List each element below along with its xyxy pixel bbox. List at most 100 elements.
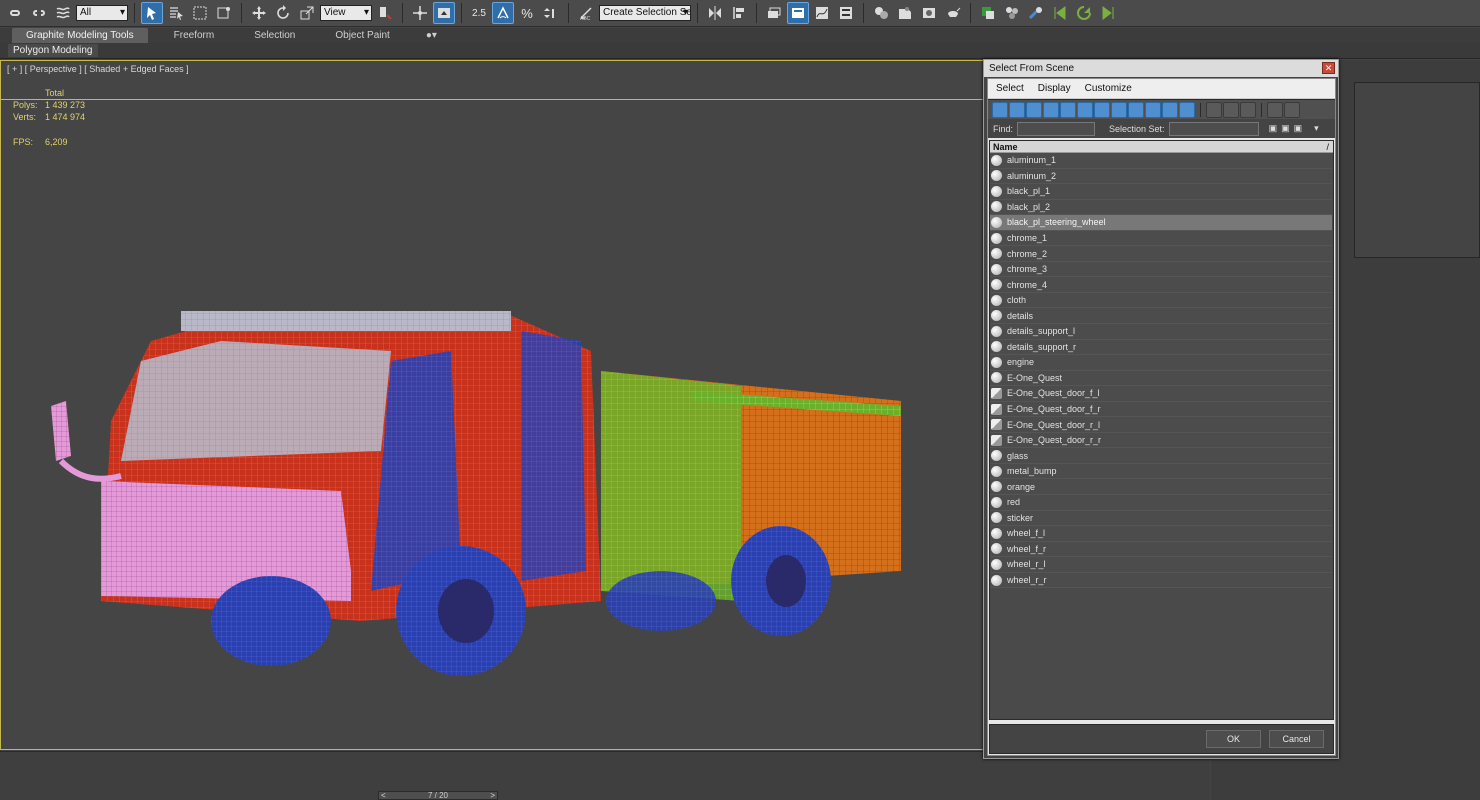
close-icon[interactable]: ✕ <box>1322 62 1335 74</box>
keyboard-shortcut-override-icon[interactable] <box>433 2 455 24</box>
list-item[interactable]: orange <box>990 479 1332 496</box>
name-column-header[interactable]: Name / <box>990 141 1333 153</box>
pivot-center-icon[interactable] <box>374 2 396 24</box>
list-item[interactable]: chrome_2 <box>990 246 1332 262</box>
scale-icon[interactable] <box>296 2 318 24</box>
selection-set-edit-icon[interactable]: ▣ <box>1294 123 1303 134</box>
list-item[interactable]: engine <box>990 355 1332 371</box>
edit-named-selection-icon[interactable]: ABC <box>575 2 597 24</box>
time-prev-icon[interactable]: < <box>381 792 386 800</box>
ribbon-options-icon[interactable]: ●▾ <box>412 28 451 43</box>
list-item[interactable]: red <box>990 495 1332 511</box>
tool-wrench-icon[interactable] <box>1025 2 1047 24</box>
selection-filter-dropdown[interactable]: All <box>76 5 128 21</box>
list-item[interactable]: sticker <box>990 510 1332 527</box>
tab-object-paint[interactable]: Object Paint <box>321 28 403 43</box>
unlink-icon[interactable] <box>28 2 50 24</box>
select-none-icon[interactable] <box>1223 101 1239 118</box>
cancel-button[interactable]: Cancel <box>1269 730 1324 748</box>
display-groups-icon[interactable] <box>1094 101 1110 118</box>
display-frozen-icon[interactable] <box>1162 101 1178 118</box>
reference-coordinate-dropdown[interactable]: View <box>320 5 372 21</box>
time-slider[interactable]: < 7 / 20 > <box>378 791 498 800</box>
filter-icon[interactable] <box>1267 101 1283 118</box>
rendered-frame-icon[interactable] <box>918 2 940 24</box>
keyframe-back-icon[interactable] <box>1049 2 1071 24</box>
schematic-view-icon[interactable] <box>835 2 857 24</box>
tab-selection[interactable]: Selection <box>240 28 309 43</box>
filter-settings-icon[interactable] <box>1284 101 1300 118</box>
align-icon[interactable] <box>728 2 750 24</box>
list-item[interactable]: black_pl_1 <box>990 184 1332 200</box>
list-item[interactable]: black_pl_steering_wheel <box>990 215 1332 231</box>
fire-truck-wireframe-model[interactable] <box>41 241 911 681</box>
select-invert-icon[interactable] <box>1240 101 1256 118</box>
dialog-titlebar[interactable]: Select From Scene ✕ <box>984 60 1338 77</box>
material-editor-icon[interactable] <box>870 2 892 24</box>
window-crossing-icon[interactable] <box>213 2 235 24</box>
list-item[interactable]: E-One_Quest_door_f_l <box>990 386 1332 402</box>
move-icon[interactable] <box>248 2 270 24</box>
layer-manager-icon[interactable] <box>763 2 785 24</box>
list-item[interactable]: wheel_f_r <box>990 541 1332 558</box>
list-item[interactable]: aluminum_1 <box>990 153 1332 169</box>
ok-button[interactable]: OK <box>1206 730 1261 748</box>
display-containers-icon[interactable] <box>1145 101 1161 118</box>
list-item[interactable]: glass <box>990 448 1332 464</box>
display-spacewarps-icon[interactable] <box>1077 101 1093 118</box>
list-item[interactable]: chrome_3 <box>990 261 1332 278</box>
display-geometry-icon[interactable] <box>992 101 1008 118</box>
find-input[interactable] <box>1017 121 1096 136</box>
display-bones-icon[interactable] <box>1128 101 1144 118</box>
percent-snap-icon[interactable]: % <box>516 2 538 24</box>
scene-object-list[interactable]: Name / aluminum_1 aluminum_2 black_pl_1 blac… <box>989 140 1334 720</box>
list-item[interactable]: black_pl_2 <box>990 199 1332 216</box>
keyframe-cycle-icon[interactable] <box>1073 2 1095 24</box>
render-production-icon[interactable] <box>942 2 964 24</box>
toolbar-overflow-icon[interactable]: ▾ <box>1314 123 1319 134</box>
list-item[interactable]: E-One_Quest_door_r_l <box>990 417 1332 433</box>
list-item[interactable]: wheel_r_r <box>990 572 1332 589</box>
selection-set-add-icon[interactable]: ▣ <box>1269 123 1278 134</box>
list-item[interactable]: cloth <box>990 292 1332 309</box>
list-item[interactable]: aluminum_2 <box>990 168 1332 185</box>
list-item[interactable]: wheel_r_l <box>990 557 1332 573</box>
display-hidden-icon[interactable] <box>1179 101 1195 118</box>
tab-graphite-modeling-tools[interactable]: Graphite Modeling Tools <box>12 28 148 43</box>
link-icon[interactable] <box>4 2 26 24</box>
tab-freeform[interactable]: Freeform <box>160 28 229 43</box>
list-item[interactable]: chrome_4 <box>990 277 1332 293</box>
display-xrefs-icon[interactable] <box>1111 101 1127 118</box>
graphite-tools-icon[interactable] <box>787 2 809 24</box>
list-item[interactable]: details_support_l <box>990 324 1332 340</box>
keyframe-forward-icon[interactable] <box>1097 2 1119 24</box>
curve-editor-icon[interactable] <box>811 2 833 24</box>
select-object-icon[interactable] <box>141 2 163 24</box>
list-item[interactable]: chrome_1 <box>990 230 1332 247</box>
angle-snap-icon[interactable] <box>492 2 514 24</box>
time-next-icon[interactable]: > <box>490 792 495 800</box>
list-item[interactable]: details_support_r <box>990 339 1332 356</box>
panel-polygon-modeling[interactable]: Polygon Modeling <box>8 44 98 57</box>
select-all-icon[interactable] <box>1206 101 1222 118</box>
mirror-icon[interactable] <box>704 2 726 24</box>
viewport-label[interactable]: [ + ] [ Perspective ] [ Shaded + Edged F… <box>7 64 189 74</box>
menu-display[interactable]: Display <box>1038 83 1071 94</box>
rect-region-icon[interactable] <box>189 2 211 24</box>
list-item[interactable]: metal_bump <box>990 463 1332 480</box>
list-item[interactable]: E-One_Quest_door_f_r <box>990 401 1332 418</box>
display-helpers-icon[interactable] <box>1060 101 1076 118</box>
rotate-icon[interactable] <box>272 2 294 24</box>
selection-set-remove-icon[interactable]: ▣ <box>1281 123 1290 134</box>
named-selection-set-dropdown[interactable]: Create Selection Se <box>599 5 691 21</box>
menu-customize[interactable]: Customize <box>1085 83 1132 94</box>
select-manipulate-icon[interactable] <box>409 2 431 24</box>
selection-set-dropdown[interactable] <box>1168 121 1259 136</box>
display-lights-icon[interactable] <box>1026 101 1042 118</box>
list-item[interactable]: details <box>990 308 1332 325</box>
container-icon[interactable] <box>977 2 999 24</box>
display-cameras-icon[interactable] <box>1043 101 1059 118</box>
render-setup-icon[interactable] <box>894 2 916 24</box>
list-item[interactable]: E-One_Quest <box>990 370 1332 387</box>
populate-icon[interactable] <box>1001 2 1023 24</box>
